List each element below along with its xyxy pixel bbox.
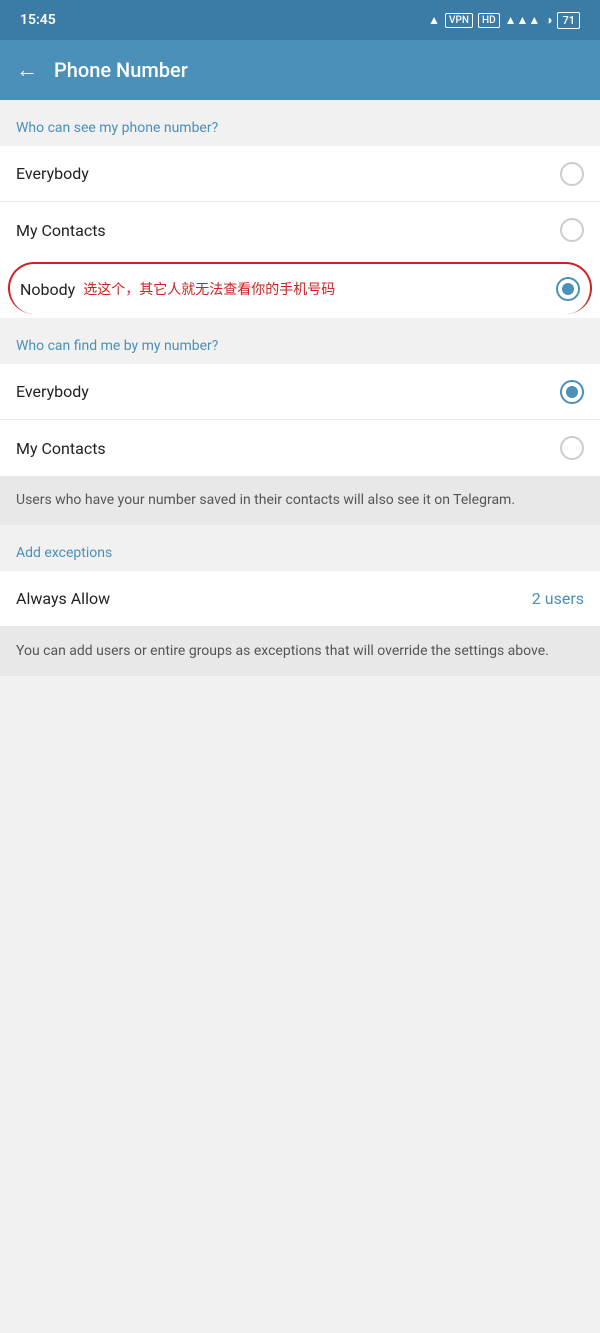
option-mycontacts1[interactable]: My Contacts bbox=[0, 202, 600, 258]
bluetooth-icon: ▲ bbox=[428, 13, 440, 27]
section1-label: Who can see my phone number? bbox=[0, 100, 600, 146]
section2-label: Who can find me by my number? bbox=[0, 318, 600, 364]
option-everybody1-label: Everybody bbox=[16, 164, 89, 183]
radio-everybody1[interactable] bbox=[560, 162, 584, 186]
radio-mycontacts1[interactable] bbox=[560, 218, 584, 242]
nobody-annotation: 选这个，其它人就无法查看你的手机号码 bbox=[83, 279, 556, 299]
header: ← Phone Number bbox=[0, 40, 600, 100]
section2-options: Everybody My Contacts bbox=[0, 364, 600, 476]
exceptions-label[interactable]: Add exceptions bbox=[0, 525, 600, 571]
option-everybody2[interactable]: Everybody bbox=[0, 364, 600, 420]
signal-icon: ▲▲▲ bbox=[505, 13, 541, 27]
status-time: 15:45 bbox=[20, 12, 56, 28]
section1-options: Everybody My Contacts bbox=[0, 146, 600, 258]
bottom-info: You can add users or entire groups as ex… bbox=[0, 627, 600, 676]
vpn-badge: VPN bbox=[445, 13, 473, 28]
radio-mycontacts2[interactable] bbox=[560, 436, 584, 460]
radio-everybody2[interactable] bbox=[560, 380, 584, 404]
page-title: Phone Number bbox=[54, 58, 188, 82]
option-mycontacts2-label: My Contacts bbox=[16, 439, 106, 458]
users-count: 2 users bbox=[532, 589, 584, 608]
option-everybody1[interactable]: Everybody bbox=[0, 146, 600, 202]
option-mycontacts2[interactable]: My Contacts bbox=[0, 420, 600, 476]
wifi-icon: ◑ bbox=[545, 13, 552, 27]
option-nobody[interactable]: Nobody 选这个，其它人就无法查看你的手机号码 bbox=[8, 262, 592, 314]
option-everybody2-label: Everybody bbox=[16, 382, 89, 401]
content: Who can see my phone number? Everybody M… bbox=[0, 100, 600, 1076]
option-nobody-label: Nobody bbox=[20, 280, 75, 299]
nobody-wrapper: Nobody 选这个，其它人就无法查看你的手机号码 bbox=[0, 258, 600, 318]
hd-badge: HD bbox=[478, 13, 500, 28]
option-mycontacts1-label: My Contacts bbox=[16, 221, 106, 240]
always-allow-label: Always Allow bbox=[16, 589, 110, 608]
status-icons: ▲ VPN HD ▲▲▲ ◑ 71 bbox=[428, 12, 580, 29]
always-allow-row[interactable]: Always Allow 2 users bbox=[0, 571, 600, 627]
spacer bbox=[0, 676, 600, 1076]
info-box1: Users who have your number saved in thei… bbox=[0, 476, 600, 525]
battery-icon: 71 bbox=[557, 12, 580, 29]
back-button[interactable]: ← bbox=[16, 57, 38, 83]
radio-nobody[interactable] bbox=[556, 277, 580, 301]
status-bar: 15:45 ▲ VPN HD ▲▲▲ ◑ 71 bbox=[0, 0, 600, 40]
